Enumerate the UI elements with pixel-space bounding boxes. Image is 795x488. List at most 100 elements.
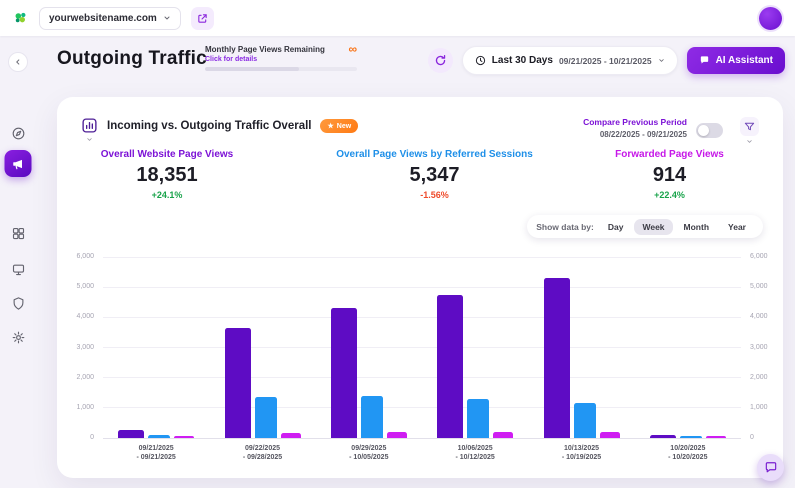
- bar-forwarded: [493, 432, 513, 438]
- show-by-option-year[interactable]: Year: [720, 219, 754, 235]
- domain-selector[interactable]: yourwebsitename.com: [39, 7, 181, 30]
- sidebar-item-integrations[interactable]: [6, 221, 30, 245]
- y-axis-tick-right: 2,000: [750, 374, 768, 381]
- quota-details-link[interactable]: Click for details: [205, 56, 357, 63]
- stat-referred-page-views: Overall Page Views by Referred Sessions …: [312, 149, 557, 200]
- header-controls: Last 30 Days 09/21/2025 - 10/21/2025 AI …: [428, 46, 785, 75]
- filter-button[interactable]: [740, 117, 759, 136]
- x-axis-tick: 10/20/2025- 10/20/2025: [635, 444, 741, 462]
- open-site-button[interactable]: [191, 7, 214, 30]
- chat-icon: [764, 461, 778, 475]
- sidebar-item-security[interactable]: [6, 291, 30, 315]
- grid-icon: [11, 226, 26, 241]
- sidebar-item-settings[interactable]: [6, 325, 30, 349]
- chevron-down-icon: [86, 136, 93, 143]
- refresh-icon: [434, 54, 447, 67]
- chevron-down-icon: [746, 138, 753, 145]
- sidebar-collapse-button[interactable]: [8, 52, 28, 72]
- sidebar: [0, 36, 36, 488]
- quota-widget: Monthly Page Views Remaining ∞ Click for…: [205, 45, 357, 71]
- y-axis-tick-right: 1,000: [750, 404, 768, 411]
- quota-progress-fill: [205, 67, 299, 71]
- y-axis-tick-left: 5,000: [76, 283, 94, 290]
- x-axis-tick: 10/06/2025- 10/12/2025: [422, 444, 528, 462]
- y-axis-tick-left: 3,000: [76, 344, 94, 351]
- ai-assistant-label: AI Assistant: [716, 55, 773, 66]
- panel-icon-group[interactable]: [81, 117, 98, 143]
- compare-toggle[interactable]: [696, 123, 723, 138]
- show-by-option-month[interactable]: Month: [676, 219, 718, 235]
- y-axis-tick-left: 1,000: [76, 404, 94, 411]
- shield-icon: [11, 296, 26, 311]
- compare-previous-period: Compare Previous Period 08/22/2025 - 09/…: [583, 117, 687, 139]
- y-axis-tick-right: 0: [750, 434, 754, 441]
- show-by-option-day[interactable]: Day: [600, 219, 632, 235]
- stat-value: 18,351: [62, 164, 272, 187]
- stat-delta: +24.1%: [62, 190, 272, 200]
- page-title: Outgoing Traffic: [57, 48, 207, 70]
- range-preset: Last 30 Days: [492, 55, 553, 66]
- bar-forwarded: [174, 436, 194, 438]
- stat-website-page-views: Overall Website Page Views 18,351 +24.1%: [62, 149, 272, 200]
- stat-label: Overall Website Page Views: [62, 149, 272, 160]
- chevron-down-icon: [163, 14, 171, 22]
- clock-icon: [475, 55, 486, 66]
- gridline: [103, 438, 741, 439]
- y-axis-tick-right: 3,000: [750, 344, 768, 351]
- external-link-icon: [197, 13, 208, 24]
- gridline: [103, 287, 741, 288]
- date-range-selector[interactable]: Last 30 Days 09/21/2025 - 10/21/2025: [462, 46, 678, 75]
- bar-forwarded: [387, 432, 407, 438]
- y-axis-tick-left: 2,000: [76, 374, 94, 381]
- x-axis-tick: 10/13/2025- 10/19/2025: [528, 444, 634, 462]
- filter-control[interactable]: [740, 117, 759, 145]
- gridline: [103, 407, 741, 408]
- stat-value: 914: [562, 164, 777, 187]
- bar-forwarded: [281, 433, 301, 438]
- y-axis-tick-left: 6,000: [76, 253, 94, 260]
- gridline: [103, 257, 741, 258]
- sidebar-item-traffic[interactable]: [5, 150, 32, 177]
- show-by-option-week[interactable]: Week: [634, 219, 672, 235]
- compare-dates: 08/22/2025 - 09/21/2025: [583, 130, 687, 139]
- avatar[interactable]: [759, 7, 782, 30]
- ai-assistant-button[interactable]: AI Assistant: [687, 47, 785, 74]
- bar-referred: [680, 436, 702, 438]
- stat-delta: -1.56%: [312, 190, 557, 200]
- bar-referred: [467, 399, 489, 438]
- show-data-by-bar: Show data by: Day Week Month Year: [527, 215, 763, 238]
- refresh-button[interactable]: [428, 48, 453, 73]
- app-logo: [13, 10, 29, 26]
- compass-icon: [11, 126, 26, 141]
- y-axis-tick-right: 5,000: [750, 283, 768, 290]
- x-axis-tick: 09/21/2025- 09/21/2025: [103, 444, 209, 462]
- bar-website: [437, 295, 463, 438]
- chevron-down-icon: [658, 57, 665, 64]
- stat-forwarded-page-views: Forwarded Page Views 914 +22.4%: [562, 149, 777, 200]
- stat-delta: +22.4%: [562, 190, 777, 200]
- compare-label: Compare Previous Period: [583, 117, 687, 127]
- infinity-icon: ∞: [348, 45, 357, 54]
- gridline: [103, 317, 741, 318]
- domain-selector-value: yourwebsitename.com: [49, 13, 157, 24]
- new-badge-label: New: [337, 123, 351, 130]
- stat-value: 5,347: [312, 164, 557, 187]
- x-axis-tick: 09/29/2025- 10/05/2025: [316, 444, 422, 462]
- megaphone-icon: [11, 157, 25, 171]
- sidebar-item-dashboard[interactable]: [6, 121, 30, 145]
- bar-referred: [574, 403, 596, 438]
- y-axis-tick-left: 4,000: [76, 313, 94, 320]
- bar-referred: [148, 435, 170, 438]
- bar-website: [331, 308, 357, 438]
- topbar: yourwebsitename.com: [0, 0, 795, 36]
- funnel-icon: [744, 121, 755, 132]
- bar-website: [225, 328, 251, 438]
- traffic-overview-card: Incoming vs. Outgoing Traffic Overall ★ …: [57, 97, 783, 478]
- bar-referred: [361, 396, 383, 438]
- support-chat-button[interactable]: [757, 454, 784, 481]
- traffic-bar-chart: 001,0001,0002,0002,0003,0003,0004,0004,0…: [103, 257, 741, 438]
- stat-label: Forwarded Page Views: [562, 149, 777, 160]
- gear-icon: [11, 330, 26, 345]
- chat-icon: [699, 55, 710, 66]
- sidebar-item-devices[interactable]: [6, 257, 30, 281]
